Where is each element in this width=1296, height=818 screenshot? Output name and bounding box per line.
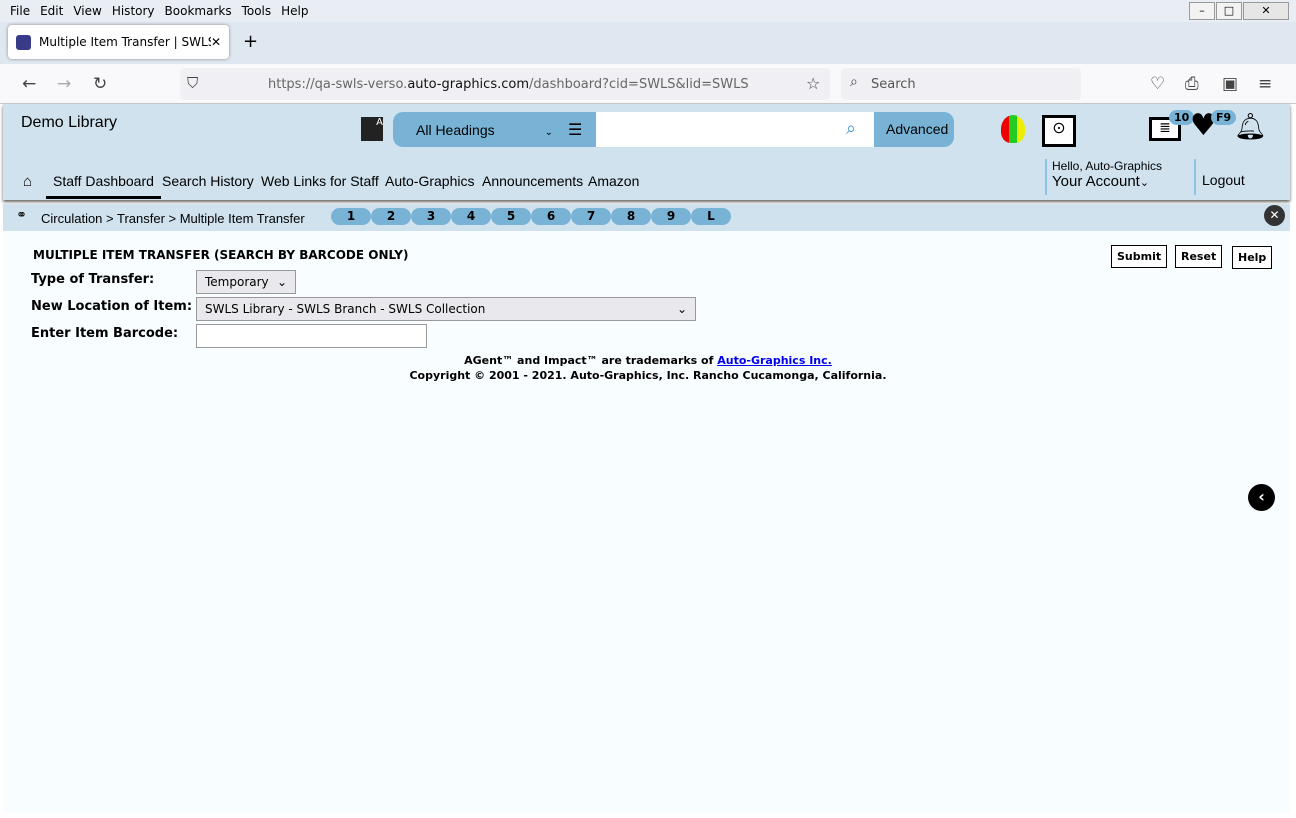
- favorites-badge: F9: [1211, 110, 1237, 125]
- quick-pill-6[interactable]: 6: [531, 208, 571, 225]
- browser-tab[interactable]: Multiple Item Transfer | SWLS | s ✕: [8, 25, 229, 59]
- account-label: Your Account: [1052, 173, 1140, 190]
- close-circle-icon[interactable]: ✕: [1264, 205, 1285, 226]
- new-tab-button[interactable]: +: [243, 31, 258, 52]
- quick-pill-2[interactable]: 2: [371, 208, 411, 225]
- new-location-label: New Location of Item:: [31, 299, 193, 314]
- quick-pill-3[interactable]: 3: [411, 208, 451, 225]
- chevron-left-icon[interactable]: ‹: [1248, 484, 1275, 511]
- url-prefix: https://qa-swls-verso.: [268, 76, 408, 92]
- hot-air-balloon-icon[interactable]: [1001, 115, 1025, 143]
- chevron-down-icon: ⌄: [1139, 177, 1150, 189]
- database-icon[interactable]: ☰: [568, 120, 582, 139]
- url-domain: auto-graphics.com: [407, 76, 529, 92]
- search-scope-value: All Headings: [416, 122, 495, 138]
- greeting: Hello, Auto-Graphics: [1052, 159, 1163, 173]
- submit-button[interactable]: Submit: [1111, 245, 1168, 268]
- shield-icon[interactable]: ⛉: [187, 74, 198, 92]
- url-path: /dashboard?cid=SWLS&lid=SWLS: [528, 76, 749, 92]
- nav-amazon[interactable]: Amazon: [588, 173, 639, 189]
- hamburger-menu-icon[interactable]: ≡: [1258, 74, 1272, 94]
- nav-web-links[interactable]: Web Links for Staff: [261, 173, 379, 189]
- pocket-icon[interactable]: ♡: [1150, 74, 1165, 94]
- nav-staff-dashboard[interactable]: Staff Dashboard: [46, 173, 161, 199]
- account-menu[interactable]: Hello, Auto-Graphics Your Account⌄: [1045, 159, 1162, 195]
- help-button[interactable]: Help: [1232, 246, 1273, 269]
- menu-edit[interactable]: Edit: [40, 4, 63, 18]
- new-location-select[interactable]: SWLS Library - SWLS Branch - SWLS Collec…: [196, 297, 696, 321]
- menu-view[interactable]: View: [73, 4, 101, 18]
- bell-icon[interactable]: 🔔︎: [1234, 112, 1267, 142]
- translate-icon[interactable]: A: [361, 117, 383, 141]
- search-scope-select[interactable]: All Headings ⌄: [416, 122, 553, 138]
- menu-file[interactable]: File: [10, 4, 30, 18]
- trademark-text: AGent™ and Impact™ are trademarks of: [464, 354, 718, 367]
- type-value: Temporary: [205, 275, 269, 289]
- bookmark-star-icon[interactable]: ☆: [806, 74, 820, 93]
- menu-tools[interactable]: Tools: [242, 4, 272, 18]
- maximize-button[interactable]: □: [1216, 2, 1242, 20]
- link-icon: ⚭: [16, 208, 27, 223]
- quick-pill-l[interactable]: L: [691, 208, 731, 225]
- menu-bookmarks[interactable]: Bookmarks: [165, 4, 232, 18]
- breadcrumb: Circulation > Transfer > Multiple Item T…: [41, 211, 305, 226]
- search-film-icon[interactable]: ⊙: [1042, 115, 1076, 147]
- extension-icon[interactable]: ▣: [1222, 74, 1238, 94]
- search-icon: ⌕: [850, 74, 858, 90]
- search-placeholder: Search: [871, 76, 916, 92]
- forward-icon[interactable]: →: [57, 74, 71, 94]
- chevron-down-icon: ⌄: [676, 302, 687, 316]
- quick-pill-9[interactable]: 9: [651, 208, 691, 225]
- reset-button[interactable]: Reset: [1175, 245, 1223, 268]
- menu-history[interactable]: History: [112, 4, 155, 18]
- copyright: Copyright © 2001 - 2021. Auto-Graphics, …: [409, 369, 887, 382]
- advanced-search-button[interactable]: Advanced: [886, 121, 948, 137]
- quick-pill-7[interactable]: 7: [571, 208, 611, 225]
- quick-pill-8[interactable]: 8: [611, 208, 651, 225]
- chevron-down-icon: ⌄: [276, 275, 287, 289]
- type-of-transfer-select[interactable]: Temporary ⌄: [196, 270, 296, 294]
- chevron-down-icon: ⌄: [544, 127, 553, 138]
- url-bar[interactable]: https://qa-swls-verso. auto-graphics.com /…: [180, 68, 830, 100]
- back-icon[interactable]: ←: [22, 74, 36, 94]
- quick-pill-1[interactable]: 1: [331, 208, 371, 225]
- location-value: SWLS Library - SWLS Branch - SWLS Collec…: [205, 302, 486, 316]
- barcode-input[interactable]: [196, 324, 427, 348]
- nav-announcements[interactable]: Announcements: [482, 173, 583, 189]
- search-icon[interactable]: ⌕: [846, 118, 856, 139]
- barcode-label: Enter Item Barcode:: [31, 326, 179, 341]
- menu-help[interactable]: Help: [281, 4, 308, 18]
- reload-icon[interactable]: ↻: [93, 74, 107, 94]
- page-title: MULTIPLE ITEM TRANSFER (SEARCH BY BARCOD…: [33, 248, 409, 262]
- print-icon[interactable]: ⎙: [1185, 74, 1199, 94]
- browser-search-input[interactable]: Search: [841, 68, 1081, 100]
- auto-graphics-link[interactable]: Auto-Graphics Inc.: [717, 354, 832, 367]
- home-icon[interactable]: ⌂: [23, 173, 32, 190]
- favicon-icon: [16, 34, 31, 50]
- library-name: Demo Library: [21, 114, 118, 131]
- nav-auto-graphics[interactable]: Auto-Graphics: [385, 173, 474, 189]
- window-close-button[interactable]: ✕: [1243, 2, 1289, 20]
- quick-pill-5[interactable]: 5: [491, 208, 531, 225]
- quick-pill-4[interactable]: 4: [451, 208, 491, 225]
- trademark-notice: AGent™ and Impact™ are trademarks of Aut…: [0, 354, 1296, 367]
- logout-link[interactable]: Logout: [1194, 159, 1245, 195]
- tab-close-icon[interactable]: ✕: [211, 35, 221, 49]
- minimize-button[interactable]: –: [1189, 2, 1215, 20]
- nav-search-history[interactable]: Search History: [162, 173, 254, 189]
- tab-title: Multiple Item Transfer | SWLS | s: [39, 35, 211, 49]
- catalog-search-input[interactable]: [596, 112, 874, 147]
- menu-bar: File Edit View History Bookmarks Tools H…: [0, 0, 1296, 22]
- type-of-transfer-label: Type of Transfer:: [31, 272, 155, 287]
